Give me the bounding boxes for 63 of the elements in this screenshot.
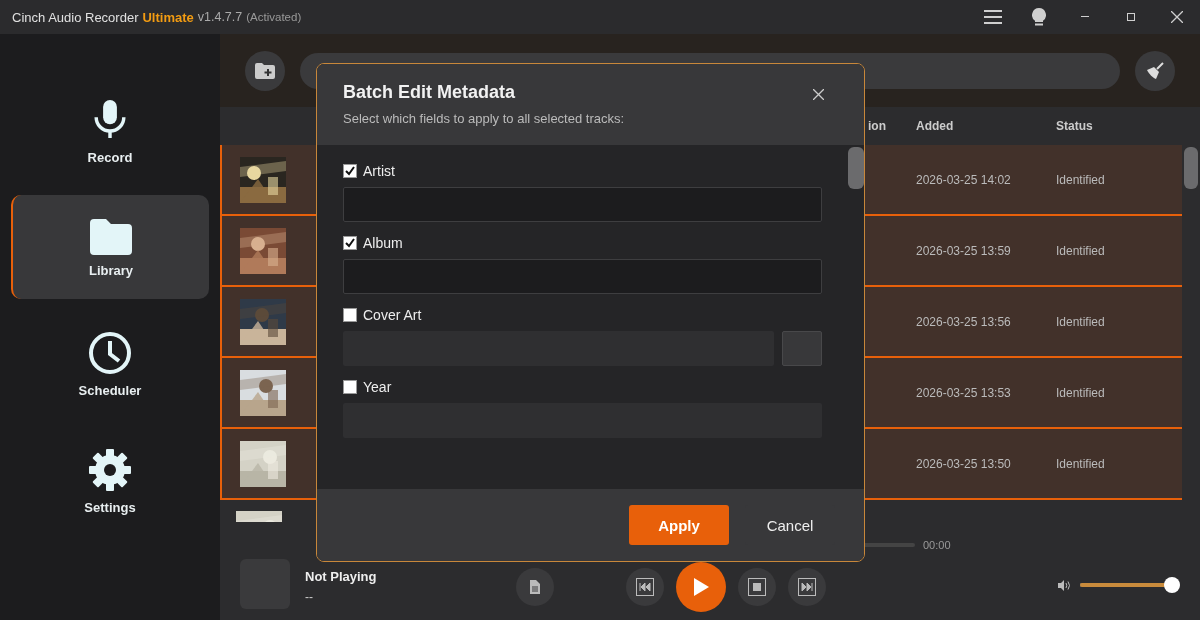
- stop-button[interactable]: [738, 568, 776, 606]
- clock-icon: [88, 330, 132, 375]
- document-icon: [530, 580, 540, 594]
- slider-thumb[interactable]: [1164, 577, 1180, 593]
- field-label: Cover Art: [363, 307, 422, 323]
- edition-label: Ultimate: [142, 9, 194, 25]
- checkbox[interactable]: [343, 236, 357, 250]
- added-date: 2026-03-25 13:50: [916, 456, 1012, 471]
- added-date: 2026-03-25 13:59: [916, 243, 1012, 258]
- added-date: 2026-03-25 14:02: [916, 172, 1012, 187]
- close-icon[interactable]: [1171, 11, 1183, 23]
- field-label: Album: [363, 235, 403, 251]
- previous-icon: [636, 578, 654, 596]
- broom-button[interactable]: [1135, 50, 1175, 91]
- checkbox[interactable]: [343, 164, 357, 178]
- gear-icon: [88, 447, 132, 492]
- next-button[interactable]: [788, 568, 826, 606]
- folder-icon: [88, 216, 134, 255]
- input-field[interactable]: [343, 187, 822, 222]
- track-title: Not Playing: [305, 568, 377, 584]
- lyrics-button[interactable]: [516, 568, 554, 606]
- maximize-icon[interactable]: [1127, 13, 1135, 21]
- status-text: Identified: [1056, 172, 1106, 187]
- dialog-title: Batch Edit Metadata: [343, 82, 516, 103]
- play-icon: [693, 578, 709, 596]
- input-field[interactable]: [343, 259, 822, 294]
- folder-plus-icon: [255, 62, 275, 79]
- sidebar-item[interactable]: Record: [11, 78, 209, 182]
- add-folder-button[interactable]: [245, 50, 285, 91]
- minimize-icon[interactable]: [1081, 16, 1089, 18]
- close-button[interactable]: [813, 88, 824, 103]
- column-header[interactable]: ion: [868, 119, 916, 133]
- field-label: Artist: [363, 163, 395, 179]
- previous-button[interactable]: [626, 568, 664, 606]
- lightbulb-icon[interactable]: [1032, 8, 1046, 26]
- status-text: Identified: [1056, 385, 1106, 400]
- status-text: Identified: [1056, 314, 1106, 329]
- status-text: Identified: [1056, 243, 1106, 258]
- play-button[interactable]: [676, 562, 726, 612]
- volume-icon[interactable]: [1058, 579, 1071, 591]
- scrollbar-thumb[interactable]: [848, 147, 864, 189]
- field-label: Year: [363, 379, 392, 395]
- stop-icon: [748, 578, 766, 596]
- checkbox[interactable]: [343, 308, 357, 322]
- sidebar-item[interactable]: Settings: [11, 429, 209, 533]
- activation-status: (Activated): [246, 11, 302, 23]
- next-icon: [798, 578, 816, 596]
- added-date: 2026-03-25 13:53: [916, 385, 1012, 400]
- column-header[interactable]: Added: [916, 119, 1056, 133]
- version-label: v1.4.7.7: [197, 10, 243, 24]
- sidebar-item[interactable]: Scheduler: [11, 312, 209, 416]
- window-title: Cinch Audio Recorder: [12, 9, 139, 25]
- track-artist: --: [305, 589, 314, 604]
- sidebar-item[interactable]: Library: [11, 195, 209, 299]
- broom-icon: [1145, 60, 1165, 81]
- time-label: 00:00: [923, 539, 951, 551]
- scrollbar-thumb[interactable]: [1184, 147, 1198, 189]
- checkbox[interactable]: [343, 380, 357, 394]
- column-header[interactable]: Status: [1056, 119, 1200, 133]
- menu-icon[interactable]: [984, 10, 1002, 24]
- dialog-subtitle: Select which fields to apply to all selected tracks:: [343, 111, 626, 126]
- added-date: 2026-03-25 13:56: [916, 314, 1012, 329]
- status-text: Identified: [1056, 456, 1106, 471]
